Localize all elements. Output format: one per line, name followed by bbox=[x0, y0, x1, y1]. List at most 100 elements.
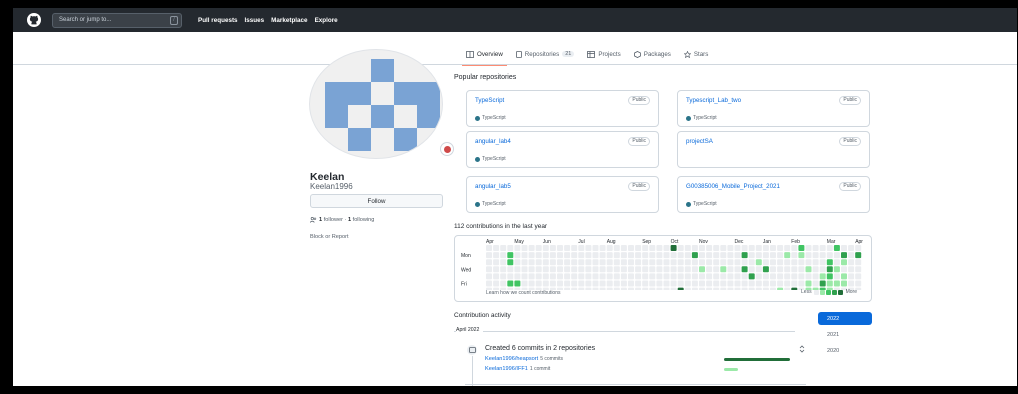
contribution-day-cell[interactable] bbox=[748, 252, 755, 259]
contribution-day-cell[interactable] bbox=[620, 245, 627, 251]
contribution-day-cell[interactable] bbox=[699, 266, 705, 273]
contribution-day-cell[interactable] bbox=[727, 287, 734, 290]
contribution-day-cell[interactable] bbox=[677, 280, 684, 287]
contribution-day-cell[interactable] bbox=[727, 280, 734, 287]
contribution-day-cell[interactable] bbox=[557, 259, 563, 266]
contribution-day-cell[interactable] bbox=[699, 287, 705, 290]
contribution-day-cell[interactable] bbox=[628, 266, 634, 273]
block-or-report-link[interactable]: Block or Report bbox=[310, 234, 349, 240]
contribution-day-cell[interactable] bbox=[578, 273, 585, 280]
activity-commit-count[interactable]: 5 commits bbox=[540, 356, 563, 362]
contribution-day-cell[interactable] bbox=[713, 266, 720, 273]
contribution-day-cell[interactable] bbox=[755, 245, 762, 251]
contribution-day-cell[interactable] bbox=[642, 266, 649, 273]
contribution-day-cell[interactable] bbox=[599, 287, 606, 290]
contribution-day-cell[interactable] bbox=[833, 273, 840, 280]
repo-link[interactable]: angular_lab5 bbox=[475, 183, 511, 190]
contribution-day-cell[interactable] bbox=[770, 280, 776, 287]
contribution-day-cell[interactable] bbox=[805, 252, 812, 259]
contribution-day-cell[interactable] bbox=[684, 252, 691, 259]
tab-repositories[interactable]: Repositories 21 bbox=[515, 44, 575, 64]
contribution-day-cell[interactable] bbox=[670, 245, 677, 251]
contribution-day-cell[interactable] bbox=[741, 245, 748, 251]
contribution-day-cell[interactable] bbox=[805, 245, 812, 251]
contribution-day-cell[interactable] bbox=[599, 245, 606, 251]
contribution-day-cell[interactable] bbox=[819, 259, 826, 266]
contribution-day-cell[interactable] bbox=[528, 252, 535, 259]
contribution-day-cell[interactable] bbox=[578, 245, 585, 251]
contribution-day-cell[interactable] bbox=[620, 287, 627, 290]
contribution-day-cell[interactable] bbox=[642, 280, 649, 287]
contribution-day-cell[interactable] bbox=[755, 252, 762, 259]
contribution-day-cell[interactable] bbox=[812, 252, 819, 259]
contribution-day-cell[interactable] bbox=[791, 266, 798, 273]
contribution-day-cell[interactable] bbox=[826, 273, 833, 280]
contribution-day-cell[interactable] bbox=[535, 259, 542, 266]
contribution-day-cell[interactable] bbox=[848, 259, 855, 266]
contribution-day-cell[interactable] bbox=[663, 252, 670, 259]
contribution-day-cell[interactable] bbox=[734, 273, 741, 280]
contribution-day-cell[interactable] bbox=[706, 245, 713, 251]
contribution-day-cell[interactable] bbox=[571, 245, 578, 251]
nav-explore[interactable]: Explore bbox=[315, 17, 338, 24]
contribution-day-cell[interactable] bbox=[656, 273, 663, 280]
contribution-day-cell[interactable] bbox=[585, 259, 592, 266]
contribution-day-cell[interactable] bbox=[713, 273, 720, 280]
contribution-day-cell[interactable] bbox=[762, 252, 769, 259]
contribution-day-cell[interactable] bbox=[585, 287, 592, 290]
contribution-day-cell[interactable] bbox=[706, 266, 713, 273]
repo-link[interactable]: projectSA bbox=[686, 138, 713, 145]
contribution-day-cell[interactable] bbox=[699, 245, 705, 251]
contribution-day-cell[interactable] bbox=[592, 287, 599, 290]
contribution-day-cell[interactable] bbox=[500, 259, 507, 266]
collapse-toggle-icon[interactable] bbox=[799, 345, 805, 355]
contribution-day-cell[interactable] bbox=[628, 280, 634, 287]
set-status-emoji-button[interactable] bbox=[440, 142, 454, 156]
contribution-day-cell[interactable] bbox=[549, 245, 556, 251]
contribution-day-cell[interactable] bbox=[613, 266, 620, 273]
contribution-day-cell[interactable] bbox=[826, 245, 833, 251]
contribution-day-cell[interactable] bbox=[855, 252, 862, 259]
contribution-day-cell[interactable] bbox=[819, 245, 826, 251]
contribution-day-cell[interactable] bbox=[699, 273, 705, 280]
contribution-day-cell[interactable] bbox=[521, 273, 528, 280]
repo-link[interactable]: TypeScript bbox=[475, 97, 504, 104]
contribution-day-cell[interactable] bbox=[606, 252, 613, 259]
contribution-day-cell[interactable] bbox=[855, 280, 862, 287]
contribution-day-cell[interactable] bbox=[564, 252, 571, 259]
contribution-day-cell[interactable] bbox=[528, 273, 535, 280]
contribution-day-cell[interactable] bbox=[734, 280, 741, 287]
contribution-day-cell[interactable] bbox=[684, 259, 691, 266]
contribution-day-cell[interactable] bbox=[542, 259, 549, 266]
contribution-day-cell[interactable] bbox=[549, 273, 556, 280]
contribution-day-cell[interactable] bbox=[770, 287, 776, 290]
contribution-day-cell[interactable] bbox=[833, 252, 840, 259]
contribution-day-cell[interactable] bbox=[514, 273, 521, 280]
contribution-day-cell[interactable] bbox=[557, 266, 563, 273]
contribution-day-cell[interactable] bbox=[826, 280, 833, 287]
contribution-day-cell[interactable] bbox=[791, 280, 798, 287]
contribution-day-cell[interactable] bbox=[755, 266, 762, 273]
contribution-day-cell[interactable] bbox=[514, 259, 521, 266]
contribution-day-cell[interactable] bbox=[606, 280, 613, 287]
activity-commit-count[interactable]: 1 commit bbox=[530, 366, 550, 372]
contribution-day-cell[interactable] bbox=[805, 259, 812, 266]
contribution-day-cell[interactable] bbox=[670, 273, 677, 280]
nav-marketplace[interactable]: Marketplace bbox=[271, 17, 307, 24]
contribution-day-cell[interactable] bbox=[628, 252, 634, 259]
contribution-day-cell[interactable] bbox=[791, 287, 798, 290]
contribution-day-cell[interactable] bbox=[848, 280, 855, 287]
contribution-day-cell[interactable] bbox=[613, 287, 620, 290]
contribution-day-cell[interactable] bbox=[535, 245, 542, 251]
contribution-day-cell[interactable] bbox=[599, 280, 606, 287]
contribution-day-cell[interactable] bbox=[670, 252, 677, 259]
contribution-day-cell[interactable] bbox=[734, 245, 741, 251]
contribution-day-cell[interactable] bbox=[841, 266, 847, 273]
contribution-day-cell[interactable] bbox=[549, 259, 556, 266]
contribution-day-cell[interactable] bbox=[493, 273, 500, 280]
contribution-day-cell[interactable] bbox=[535, 273, 542, 280]
contribution-day-cell[interactable] bbox=[691, 273, 698, 280]
contribution-day-cell[interactable] bbox=[841, 280, 847, 287]
contribution-day-cell[interactable] bbox=[635, 259, 642, 266]
contribution-day-cell[interactable] bbox=[777, 259, 784, 266]
